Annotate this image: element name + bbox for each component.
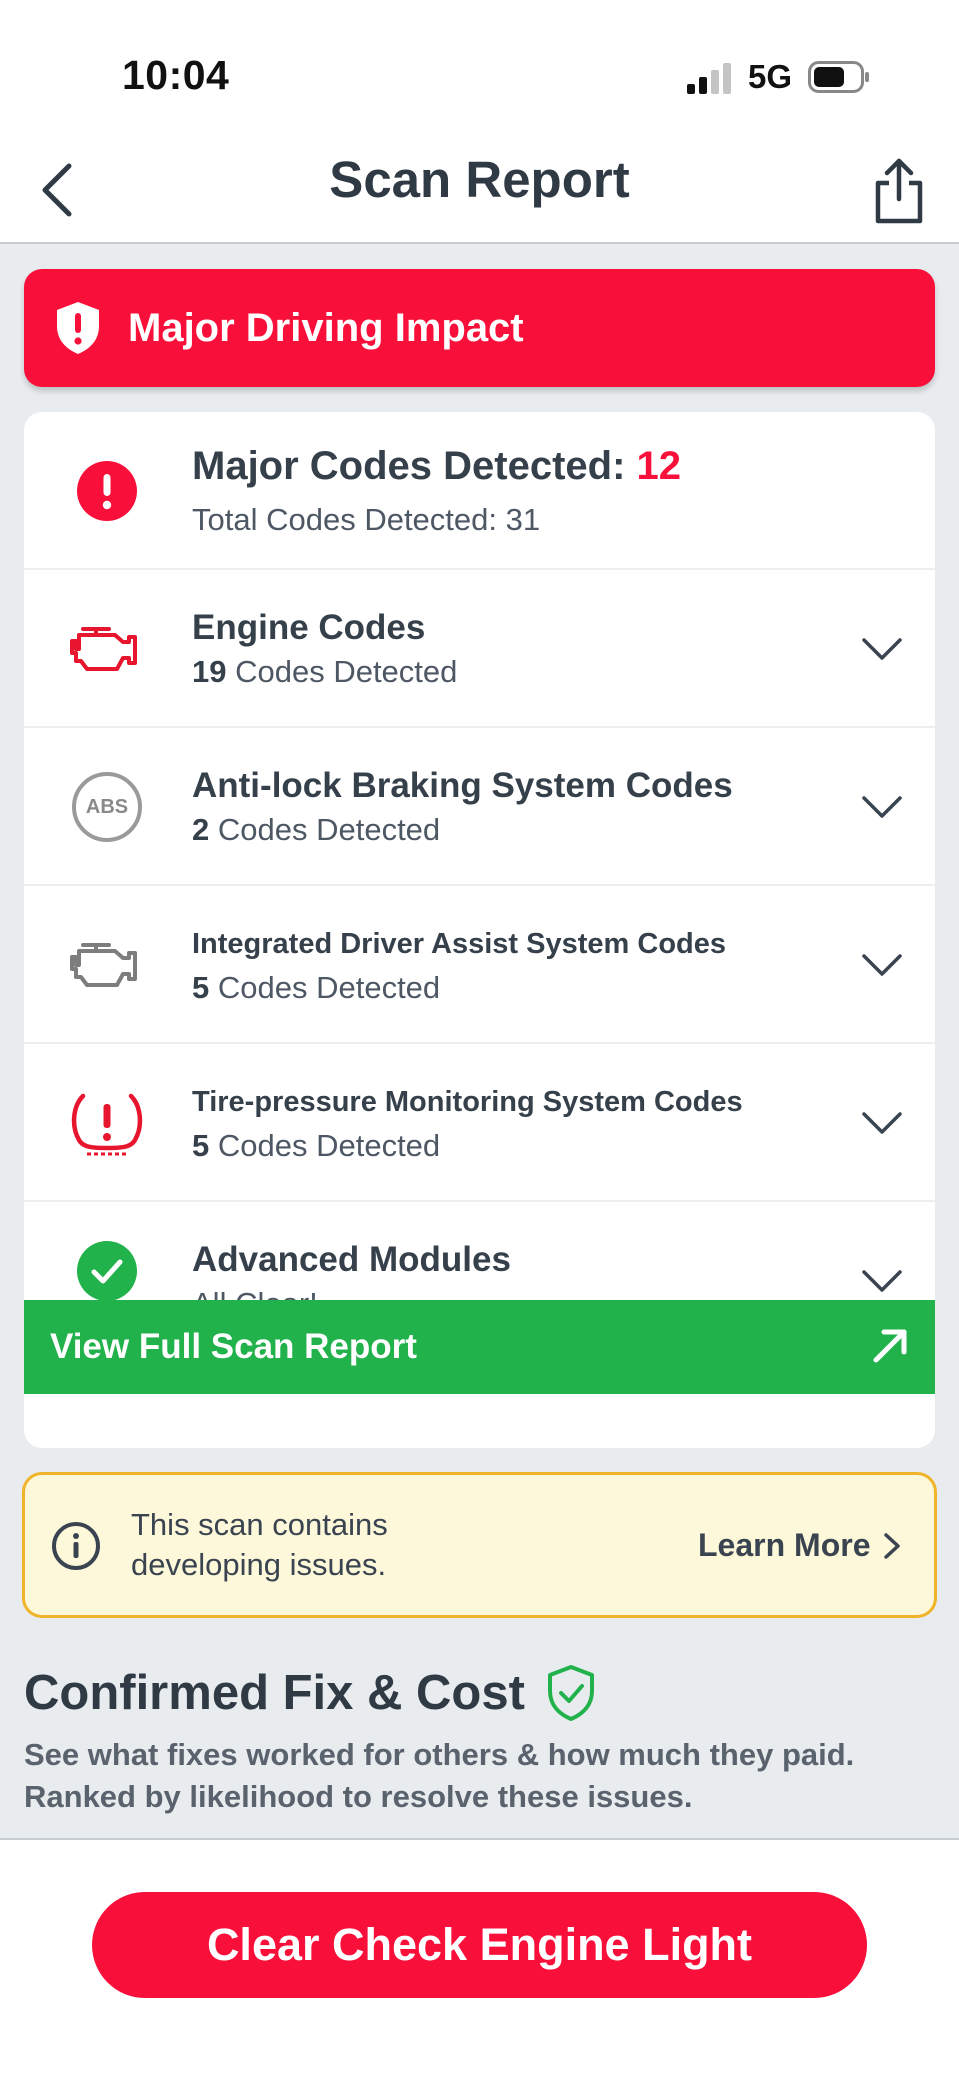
category-title: Tire-pressure Monitoring System Codes	[192, 1086, 743, 1118]
battery-icon	[808, 61, 869, 93]
category-title: Engine Codes	[192, 608, 426, 647]
tire-pressure-warning-icon	[62, 1078, 152, 1168]
status-time: 10:04	[122, 52, 230, 98]
banner-label: Major Driving Impact	[128, 305, 524, 350]
abs-icon: ABS	[62, 762, 152, 852]
arrow-up-right-icon	[873, 1329, 907, 1363]
major-codes-row: Major Codes Detected: 12 Total Codes Det…	[24, 412, 935, 570]
category-row-abs[interactable]: ABS Anti-lock Braking System Codes 2 Cod…	[24, 728, 935, 886]
learn-more-link[interactable]: Learn More	[698, 1527, 904, 1564]
network-type: 5G	[748, 58, 793, 95]
category-row-driver-assist[interactable]: Integrated Driver Assist System Codes 5 …	[24, 886, 935, 1044]
signal-icon	[687, 62, 733, 94]
share-icon	[875, 158, 923, 224]
driving-impact-banner: Major Driving Impact	[24, 269, 935, 387]
confirmed-fix-description: See what fixes worked for others & how m…	[24, 1737, 855, 1814]
clear-check-engine-light-button[interactable]: Clear Check Engine Light	[92, 1892, 867, 1998]
scan-report-content: Major Driving Impact Major Codes Detecte…	[0, 244, 959, 1838]
category-subtitle: 5 Codes Detected	[192, 1128, 441, 1163]
status-bar: 10:04 5G	[0, 0, 959, 140]
total-codes-text: Total Codes Detected: 31	[192, 502, 541, 537]
check-engine-icon	[62, 604, 152, 694]
category-row-advanced-modules[interactable]: Advanced Modules All Clear!	[24, 1202, 935, 1321]
chevron-right-icon	[884, 1532, 901, 1559]
confirmed-fix-title: Confirmed Fix & Cost	[24, 1666, 525, 1720]
category-row-engine[interactable]: Engine Codes 19 Codes Detected	[24, 570, 935, 728]
major-codes-title: Major Codes Detected: 12	[192, 444, 681, 489]
major-codes-label: Major Codes Detected:	[192, 444, 626, 488]
view-full-report-button[interactable]: View Full Scan Report	[24, 1300, 935, 1394]
shield-alert-icon	[57, 302, 99, 354]
share-button[interactable]	[864, 150, 934, 232]
chevron-down-icon	[862, 638, 902, 660]
major-codes-count: 12	[636, 444, 682, 488]
category-subtitle: 2 Codes Detected	[192, 812, 441, 847]
learn-more-label: Learn More	[698, 1527, 871, 1563]
chevron-down-icon	[862, 1270, 902, 1292]
nav-bar: Scan Report	[0, 140, 959, 244]
category-subtitle: 5 Codes Detected	[192, 970, 441, 1005]
engine-outline-icon	[62, 920, 152, 1010]
chevron-down-icon	[862, 954, 902, 976]
page-title: Scan Report	[329, 151, 630, 208]
codes-summary-card: Major Codes Detected: 12 Total Codes Det…	[24, 412, 935, 1448]
category-title: Advanced Modules	[192, 1240, 511, 1279]
developing-issues-notice: This scan contains developing issues. Le…	[22, 1472, 937, 1618]
confirmed-fix-heading: Confirmed Fix & Cost	[24, 1664, 597, 1722]
info-icon	[52, 1522, 100, 1570]
chevron-down-icon	[862, 1112, 902, 1134]
bottom-action-bar: Clear Check Engine Light	[0, 1838, 959, 2085]
category-title: Anti-lock Braking System Codes	[192, 766, 733, 805]
category-subtitle: 19 Codes Detected	[192, 654, 458, 689]
notice-text: This scan contains developing issues.	[131, 1507, 388, 1582]
alert-circle-icon	[62, 446, 152, 536]
shield-check-icon	[547, 1665, 594, 1721]
view-full-report-label: View Full Scan Report	[50, 1327, 417, 1366]
category-row-tire-pressure[interactable]: Tire-pressure Monitoring System Codes 5 …	[24, 1044, 935, 1202]
category-title: Integrated Driver Assist System Codes	[192, 928, 727, 960]
chevron-down-icon	[862, 796, 902, 818]
